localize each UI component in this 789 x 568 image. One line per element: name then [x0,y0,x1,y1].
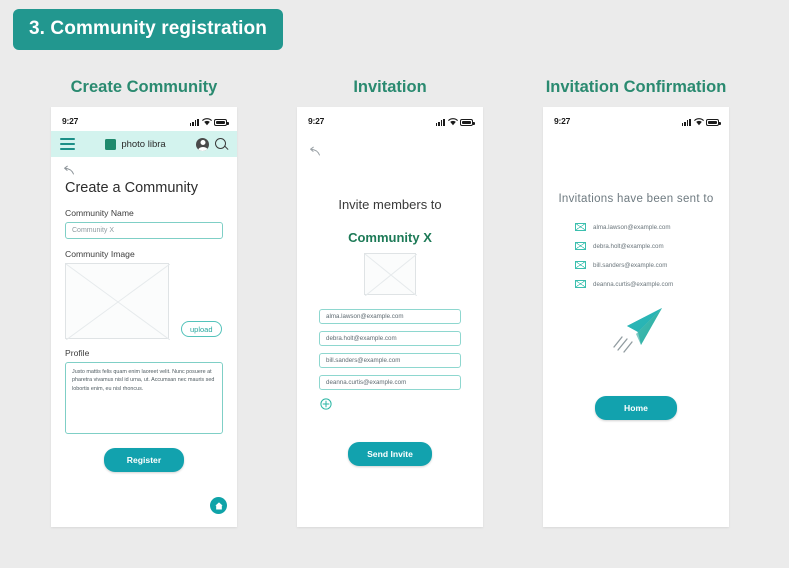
column-title-invitation-confirmation: Invitation Confirmation [545,78,727,96]
screen-column-create-community: Create Community 9:27 photo libra Create… [51,78,237,527]
column-title-invitation: Invitation [353,78,427,96]
community-image-label: Community Image [65,249,135,259]
battery-icon [706,119,721,126]
status-time: 9:27 [554,116,571,126]
brand-name: photo libra [121,138,166,150]
status-time: 9:27 [308,116,325,126]
upload-button[interactable]: upload [181,321,222,337]
community-image-placeholder[interactable] [65,263,170,340]
app-bar: photo libra [51,131,237,157]
back-arrow-icon[interactable] [309,145,321,157]
invite-email-input[interactable]: alma.lawson@example.com [319,309,461,324]
signal-icon [435,118,445,126]
mail-icon [575,280,586,288]
invite-email-input[interactable]: debra.holt@example.com [319,331,461,346]
paper-plane-icon [613,308,662,353]
signal-icon [681,118,691,126]
home-button[interactable]: Home [595,396,677,420]
status-bar: 9:27 [51,111,237,131]
community-name-input[interactable]: Community X [65,222,223,239]
status-bar: 9:27 [543,111,729,131]
sent-email-address: deanna.curtis@example.com [593,280,674,288]
confirmation-heading: Invitations have been sent to [558,193,714,205]
home-icon[interactable] [210,497,227,514]
status-icons [189,116,229,126]
sent-email-list: alma.lawson@example.com debra.holt@examp… [543,223,729,288]
invite-email-input[interactable]: bill.sanders@example.com [319,353,461,368]
wifi-icon [448,118,458,126]
sent-email-row: deanna.curtis@example.com [575,280,729,288]
section-badge: 3. Community registration [13,9,283,50]
profile-label: Profile [65,348,90,358]
status-time: 9:27 [62,116,79,126]
wifi-icon [202,118,212,126]
sent-email-row: debra.holt@example.com [575,242,729,250]
sent-email-address: debra.holt@example.com [593,242,664,250]
community-name-label: Community Name [65,208,134,218]
battery-icon [460,119,475,126]
create-community-body: Create a Community Community Name Commun… [51,180,237,472]
screen-column-invitation-confirmation: Invitation Confirmation 9:27 Invitations… [543,78,729,527]
page-title: Create a Community [65,180,198,196]
register-button[interactable]: Register [104,448,184,472]
battery-icon [214,119,229,126]
status-icons [681,116,721,126]
sent-email-address: alma.lawson@example.com [593,223,671,231]
profile-textarea[interactable]: Justo mattis felis quam enim laoreet vel… [65,362,223,434]
mail-icon [575,242,586,250]
phone-frame-invitation: 9:27 Invite members to Community X alma.… [297,107,483,527]
community-image-thumb [364,253,418,297]
phone-frame-create-community: 9:27 photo libra Create a Community Comm… [51,107,237,527]
status-bar: 9:27 [297,111,483,131]
brand: photo libra [81,138,190,150]
signal-icon [189,118,199,126]
sent-email-address: bill.sanders@example.com [593,261,668,269]
sent-email-row: bill.sanders@example.com [575,261,729,269]
invite-community-name: Community X [348,230,432,245]
wifi-icon [694,118,704,126]
community-image-row: upload [65,263,223,340]
hamburger-icon[interactable] [60,138,75,150]
sent-email-row: alma.lawson@example.com [575,223,729,231]
search-icon[interactable] [215,137,228,151]
column-title-create-community: Create Community [70,78,218,96]
screen-column-invitation: Invitation 9:27 Invite members to Commun… [297,78,483,527]
app-bar-actions [196,137,228,151]
mail-icon [575,223,586,231]
invite-email-list: alma.lawson@example.com debra.holt@examp… [297,309,483,410]
invite-heading: Invite members to [338,197,442,212]
phone-frame-invitation-confirmation: 9:27 Invitations have been sent to alma.… [543,107,729,527]
back-arrow-icon[interactable] [63,164,75,176]
send-invite-button[interactable]: Send Invite [348,442,432,466]
status-icons [435,116,475,126]
paper-plane-illustration [543,304,729,356]
avatar-icon[interactable] [196,137,209,151]
brand-logo-icon [105,138,117,150]
invite-email-input[interactable]: deanna.curtis@example.com [319,375,461,390]
mail-icon [575,261,586,269]
plus-circle-icon[interactable] [320,397,332,410]
